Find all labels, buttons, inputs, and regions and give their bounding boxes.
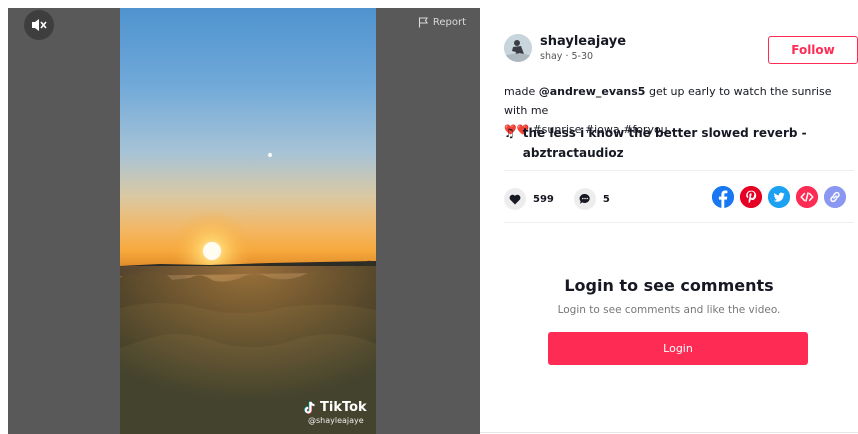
watermark-username: @shayleajaye [308, 416, 364, 425]
heart-icon [509, 194, 521, 204]
engagement-stats: 599 5 [504, 188, 622, 210]
like-button[interactable] [504, 188, 526, 210]
likes-stat[interactable]: 599 [504, 188, 554, 210]
share-buttons [712, 186, 846, 208]
comments-count: 5 [602, 193, 610, 205]
bottom-border [480, 432, 858, 433]
post-date: 5-30 [571, 51, 594, 62]
music-note-icon: ♫ [504, 126, 515, 140]
video-info-panel: shayleajaye shay · 5-30 Follow made @and… [480, 8, 858, 434]
video-player[interactable]: Report TikTok @shayleajaye [8, 8, 480, 434]
divider-bottom [504, 222, 854, 223]
author-username[interactable]: shayleajaye [540, 34, 626, 49]
author-block[interactable]: shayleajaye shay · 5-30 [504, 34, 626, 62]
music-title[interactable]: the less i know the better slowed reverb… [523, 123, 824, 163]
video-frame[interactable] [120, 8, 376, 434]
mute-button[interactable] [24, 10, 54, 40]
login-prompt-title: Login to see comments [564, 276, 774, 295]
embed-icon [796, 186, 818, 208]
share-pinterest-button[interactable] [740, 186, 762, 208]
watermark-brand-text: TikTok [320, 400, 367, 415]
facebook-icon [712, 186, 734, 208]
tiktok-watermark: TikTok @shayleajaye [304, 400, 367, 425]
flag-icon [418, 17, 428, 28]
share-twitter-button[interactable] [768, 186, 790, 208]
volume-muted-icon [32, 19, 47, 31]
login-button[interactable]: Login [548, 332, 808, 365]
follow-button[interactable]: Follow [768, 36, 858, 64]
music-info[interactable]: ♫ the less i know the better slowed reve… [504, 123, 824, 163]
comments-stat[interactable]: 5 [573, 188, 610, 210]
share-facebook-button[interactable] [712, 186, 734, 208]
login-prompt-subtitle: Login to see comments and like the video… [557, 304, 781, 316]
author-subline: shay · 5-30 [540, 51, 626, 62]
caption-mention-link[interactable]: @andrew_evans5 [539, 85, 646, 98]
tiktok-embed-page: Report TikTok @shayleajaye shayleajaye s… [0, 0, 858, 434]
avatar[interactable] [504, 34, 532, 62]
tiktok-logo-icon [304, 401, 315, 414]
caption-prefix: made [504, 85, 539, 98]
twitter-icon [768, 186, 790, 208]
report-label: Report [432, 17, 466, 28]
author-nickname: shay [540, 51, 563, 62]
likes-count: 599 [533, 193, 554, 205]
comment-icon [579, 193, 590, 204]
share-copy-link-button[interactable] [824, 186, 846, 208]
avatar-image [504, 34, 532, 62]
pinterest-icon [740, 186, 762, 208]
divider-top [504, 170, 854, 171]
link-icon [824, 186, 846, 208]
sunrise-scene [120, 152, 376, 434]
report-button[interactable]: Report [418, 17, 466, 28]
comment-button[interactable] [573, 188, 596, 210]
share-embed-button[interactable] [796, 186, 818, 208]
